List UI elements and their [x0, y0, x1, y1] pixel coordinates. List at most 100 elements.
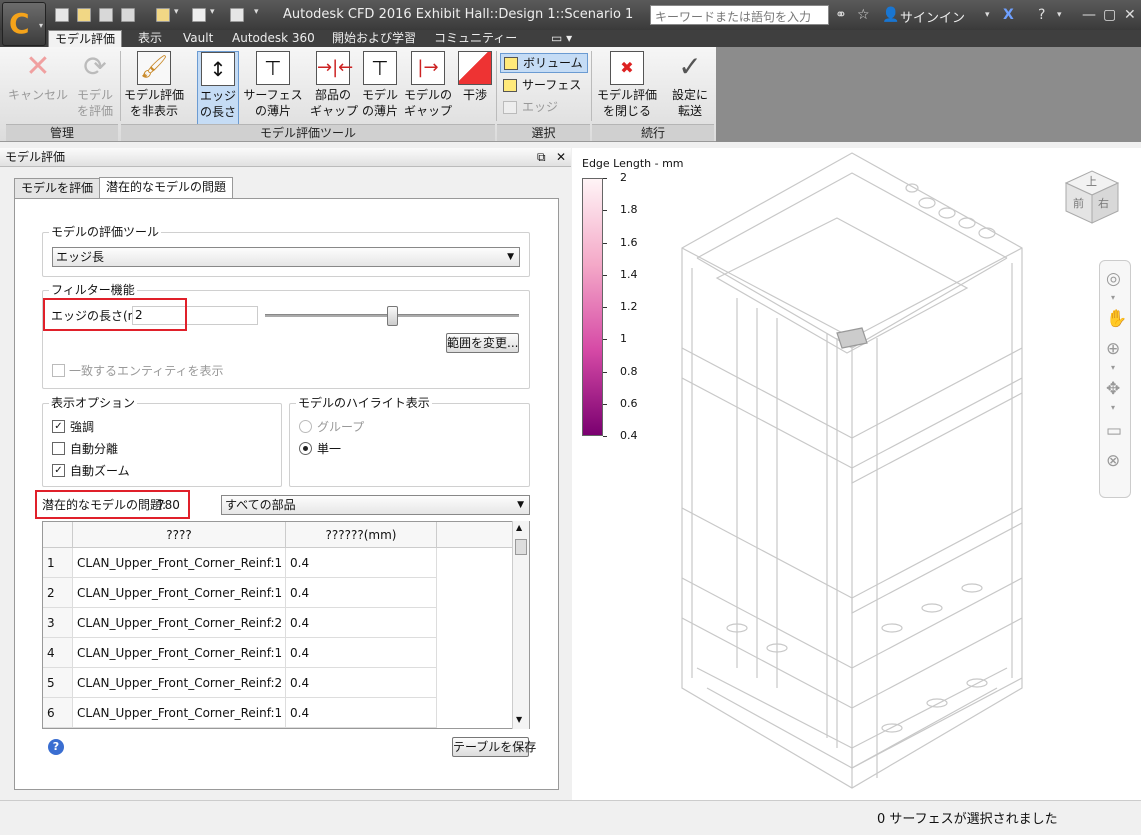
geometry-icon[interactable] — [156, 8, 170, 22]
tab-potential-issues[interactable]: 潜在的なモデルの問題 — [99, 177, 234, 199]
3d-viewport[interactable]: Edge Length - mm 上 前 右 ◎ ▾ ✋ ⊕ ▾ ✥ ▾ ▭ ⊗… — [572, 148, 1141, 800]
chevron-down-icon[interactable]: ▾ — [1111, 293, 1115, 302]
transfer-to-setup-button[interactable]: ✓ 設定に 転送 — [668, 51, 712, 119]
emphasis-checkbox[interactable]: ✓ — [52, 420, 65, 433]
edge-length-cell: 0.4 — [286, 608, 437, 638]
surface-sliver-button[interactable]: ⊤ サーフェス の薄片 — [241, 51, 305, 119]
cancel-button: ✕ キャンセル — [7, 49, 68, 103]
legend-title: Edge Length - mm — [582, 157, 684, 170]
customize-toolbar-icon[interactable]: ▾ — [254, 7, 259, 17]
tab-evaluate-model[interactable]: モデルを評価 — [14, 178, 101, 199]
row-number: 4 — [43, 638, 73, 668]
undock-icon[interactable]: ⧉ — [537, 148, 546, 166]
chevron-down-icon[interactable]: ▾ — [174, 7, 179, 17]
zoom-icon[interactable]: ⊕ — [1106, 339, 1120, 359]
part-name-cell: CLAN_Upper_Front_Corner_Reinf:2 — [73, 608, 286, 638]
scroll-down-arrow[interactable]: ▼ — [516, 715, 522, 724]
evaluation-tool-select[interactable]: エッジ長 ▼ — [52, 247, 520, 267]
minimize-button[interactable]: — — [1082, 7, 1096, 23]
change-range-button[interactable]: 範囲を変更... — [446, 333, 519, 353]
legend-tick-label: 0.6 — [620, 396, 638, 410]
table-row[interactable]: 2 CLAN_Upper_Front_Corner_Reinf:1 0.4 — [43, 578, 513, 608]
tab-view[interactable]: 表示 — [132, 30, 168, 47]
column-header-part[interactable]: ???? — [73, 522, 286, 548]
highlight-group-label: モデルのハイライト表示 — [296, 396, 432, 410]
auto-zoom-checkbox[interactable]: ✓ — [52, 464, 65, 477]
tab-model-assessment[interactable]: モデル評価 — [48, 30, 123, 47]
search-input[interactable]: キーワードまたは語句を入力 — [650, 5, 829, 25]
view-cube[interactable]: 上 前 右 — [1062, 165, 1122, 225]
hide-model-assessment-button[interactable]: 🖌 モデル評価 を非表示 — [122, 51, 186, 119]
edge-length-slider[interactable] — [265, 306, 519, 326]
maximize-button[interactable]: ▢ — [1103, 7, 1116, 23]
binoculars-icon[interactable]: ⚭ — [835, 7, 847, 23]
new-file-icon[interactable] — [55, 8, 69, 22]
model-gap-button[interactable]: |→ モデルの ギャップ — [403, 51, 453, 119]
close-button[interactable]: ✕ — [1124, 7, 1136, 23]
edge-length-cell: 0.4 — [286, 668, 437, 698]
column-header-length[interactable]: ??????(mm) — [286, 522, 437, 548]
star-icon[interactable]: ☆ — [857, 7, 870, 23]
tab-autodesk-360[interactable]: Autodesk 360 — [226, 30, 321, 47]
ribbon-group-tools: モデル評価ツール — [121, 124, 495, 141]
issues-count-label: 潜在的なモデルの問題: — [42, 498, 167, 512]
cfd-logo-icon: C — [9, 7, 30, 40]
help-icon[interactable]: ? — [1038, 7, 1045, 23]
save-as-icon[interactable] — [121, 8, 135, 22]
chevron-down-icon[interactable]: ▾ — [1111, 403, 1115, 412]
steering-wheel-icon[interactable]: ◎ — [1106, 269, 1121, 289]
open-file-icon[interactable] — [77, 8, 91, 22]
legend-tick-label: 1.6 — [620, 235, 638, 249]
look-at-icon[interactable]: ▭ — [1106, 421, 1122, 441]
single-radio[interactable] — [299, 442, 312, 455]
interference-button[interactable]: 干渉 — [456, 51, 494, 103]
separator — [591, 51, 592, 121]
close-panel-icon[interactable]: ✕ — [556, 148, 566, 166]
tab-vault[interactable]: Vault — [177, 30, 219, 47]
edge-length-button[interactable]: ↕ エッジ の長さ — [197, 51, 239, 125]
tab-getting-started[interactable]: 開始および学習 — [326, 30, 422, 47]
part-filter-select[interactable]: すべての部品 ▼ — [221, 495, 530, 515]
table-row[interactable]: 6 CLAN_Upper_Front_Corner_Reinf:1 0.4 — [43, 698, 513, 728]
auto-zoom-label: 自動ズーム — [70, 464, 130, 478]
ribbon-empty-area — [716, 47, 1141, 142]
chevron-down-icon[interactable]: ▾ — [210, 7, 215, 17]
save-icon[interactable] — [99, 8, 113, 22]
panel-title: モデル評価 ⧉ ✕ — [0, 148, 571, 167]
scroll-thumb[interactable] — [515, 539, 527, 555]
selection-volume-button[interactable]: ボリューム — [500, 53, 588, 73]
walk-icon[interactable]: ⊗ — [1106, 451, 1120, 471]
orbit-icon[interactable]: ✥ — [1106, 379, 1120, 399]
close-model-assessment-button[interactable]: ✖ モデル評価 を閉じる — [594, 51, 660, 119]
exchange-icon[interactable]: X — [1003, 7, 1014, 23]
table-scrollbar[interactable]: ▲ ▼ — [512, 521, 529, 729]
table-row[interactable]: 5 CLAN_Upper_Front_Corner_Reinf:2 0.4 — [43, 668, 513, 698]
cube-icon[interactable] — [192, 8, 206, 22]
application-menu-button[interactable]: C ▾ — [2, 2, 46, 46]
slider-thumb[interactable] — [387, 306, 398, 326]
checkmark-icon: ✓ — [54, 421, 63, 432]
chevron-down-icon[interactable]: ▾ — [1057, 10, 1062, 20]
table-row[interactable]: 3 CLAN_Upper_Front_Corner_Reinf:2 0.4 — [43, 608, 513, 638]
chevron-down-icon[interactable]: ▾ — [1111, 363, 1115, 372]
chevron-down-icon[interactable]: ▾ — [985, 10, 990, 20]
legend-tick-label: 0.8 — [620, 364, 638, 378]
report-icon[interactable] — [230, 8, 244, 22]
row-number: 2 — [43, 578, 73, 608]
scroll-up-arrow[interactable]: ▲ — [516, 523, 522, 532]
pan-icon[interactable]: ✋ — [1106, 309, 1127, 329]
table-row[interactable]: 4 CLAN_Upper_Front_Corner_Reinf:1 0.4 — [43, 638, 513, 668]
model-sliver-icon: ⊤ — [363, 51, 397, 85]
part-name-cell: CLAN_Upper_Front_Corner_Reinf:1 — [73, 548, 286, 578]
table-row[interactable]: 1 CLAN_Upper_Front_Corner_Reinf:1 0.4 — [43, 548, 513, 578]
ribbon-display-toggle[interactable]: ▭ ▾ — [545, 30, 578, 47]
auto-isolate-checkbox[interactable] — [52, 442, 65, 455]
sign-in-button[interactable]: サインイン — [900, 7, 965, 26]
save-table-button[interactable]: テーブルを保存 — [452, 737, 536, 757]
model-sliver-button[interactable]: ⊤ モデル の薄片 — [360, 51, 400, 119]
help-icon[interactable]: ? — [48, 739, 64, 755]
tab-community[interactable]: コミュニティー — [428, 30, 523, 47]
user-icon[interactable]: 👤 — [882, 7, 899, 23]
part-gap-button[interactable]: →|← 部品の ギャップ — [310, 51, 358, 119]
selection-surface-button[interactable]: サーフェス — [500, 76, 588, 96]
